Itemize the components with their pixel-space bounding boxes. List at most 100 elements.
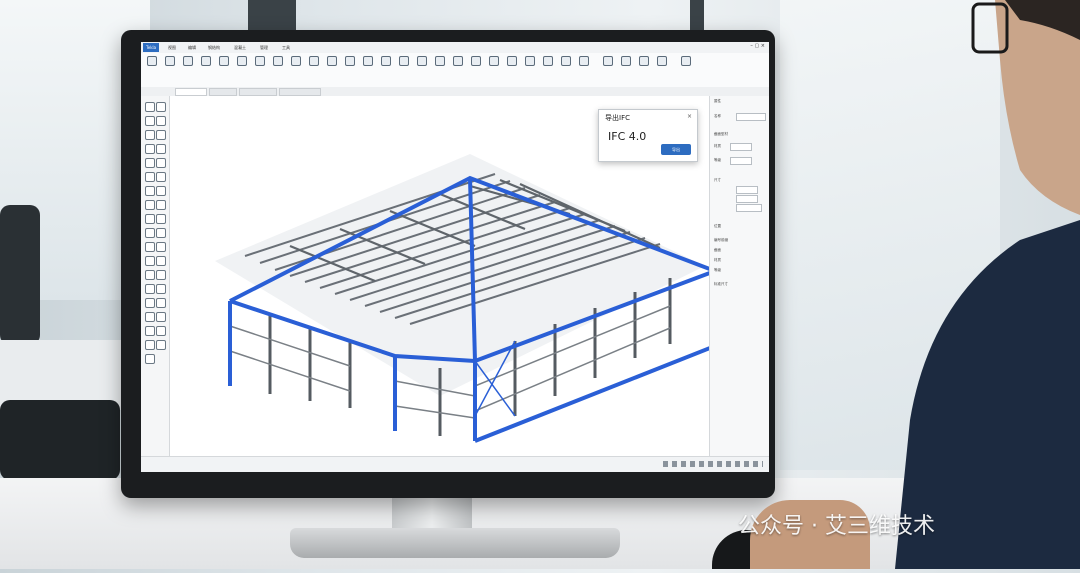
menu-item[interactable]: 钢结构 (205, 43, 223, 52)
tool-icon[interactable] (156, 298, 166, 308)
tool-icon[interactable] (145, 340, 155, 350)
ribbon-button[interactable] (253, 53, 267, 68)
ribbon-button[interactable] (217, 53, 231, 68)
tool-icon[interactable] (156, 270, 166, 280)
property-label: 位置 (714, 224, 721, 228)
property-field[interactable] (730, 143, 752, 151)
tool-icon (399, 56, 409, 66)
ribbon-button[interactable] (415, 53, 429, 68)
tool-icon[interactable] (156, 214, 166, 224)
tool-icon[interactable] (156, 186, 166, 196)
tool-icon[interactable] (145, 130, 155, 140)
ribbon-button[interactable] (577, 53, 591, 68)
ribbon-button[interactable] (637, 53, 651, 68)
tool-icon[interactable] (156, 284, 166, 294)
tool-icon[interactable] (145, 186, 155, 196)
menu-item[interactable]: Tekla (143, 43, 160, 52)
tool-icon[interactable] (145, 214, 155, 224)
tool-icon[interactable] (145, 116, 155, 126)
menu-item[interactable]: 编辑 (185, 43, 199, 52)
property-label: 截面 (714, 248, 721, 252)
property-field[interactable] (736, 204, 762, 212)
ribbon-button[interactable] (361, 53, 375, 68)
left-toolbar (141, 96, 170, 456)
monitor-stand-base (290, 528, 620, 558)
ribbon-button[interactable] (541, 53, 555, 68)
window-controls[interactable]: – ▢ × (750, 43, 765, 49)
tool-icon[interactable] (145, 354, 155, 364)
menu-item[interactable]: 混凝土 (231, 43, 249, 52)
tool-icon[interactable] (145, 256, 155, 266)
property-field[interactable] (736, 186, 758, 194)
tool-icon[interactable] (145, 284, 155, 294)
tab[interactable] (279, 88, 321, 96)
tool-icon[interactable] (156, 144, 166, 154)
property-label: 材质 (714, 258, 721, 262)
ribbon-button[interactable] (487, 53, 501, 68)
ribbon-button[interactable] (619, 53, 633, 68)
close-icon[interactable]: × (687, 113, 692, 120)
tool-icon[interactable] (156, 228, 166, 238)
ribbon-button[interactable] (451, 53, 465, 68)
tool-icon[interactable] (145, 298, 155, 308)
ribbon-button[interactable] (289, 53, 303, 68)
tool-icon (639, 56, 649, 66)
tool-icon[interactable] (156, 158, 166, 168)
tool-icon (183, 56, 193, 66)
tool-icon[interactable] (156, 256, 166, 266)
ribbon-button[interactable] (145, 53, 159, 68)
ribbon-button[interactable] (559, 53, 573, 68)
tool-icon (543, 56, 553, 66)
ribbon-button[interactable] (523, 53, 537, 68)
tool-icon[interactable] (156, 116, 166, 126)
ribbon-button[interactable] (163, 53, 177, 68)
ribbon-button[interactable] (271, 53, 285, 68)
ribbon-button[interactable] (379, 53, 393, 68)
menu-item[interactable]: 视图 (165, 43, 179, 52)
ribbon-button[interactable] (343, 53, 357, 68)
tool-icon[interactable] (156, 200, 166, 210)
property-field[interactable] (736, 113, 766, 121)
ribbon-button[interactable] (307, 53, 321, 68)
tab[interactable] (239, 88, 277, 96)
tool-icon[interactable] (156, 130, 166, 140)
tool-icon[interactable] (145, 172, 155, 182)
tool-icon[interactable] (145, 326, 155, 336)
tool-icon[interactable] (145, 270, 155, 280)
tool-icon[interactable] (145, 312, 155, 322)
ribbon-button[interactable] (679, 53, 693, 68)
tool-icon[interactable] (156, 340, 166, 350)
status-icons[interactable] (663, 461, 763, 467)
tool-icon[interactable] (145, 242, 155, 252)
tool-icon[interactable] (156, 326, 166, 336)
tab[interactable] (175, 88, 207, 96)
tool-icon[interactable] (145, 200, 155, 210)
property-field[interactable] (736, 195, 758, 203)
ribbon-button[interactable] (325, 53, 339, 68)
ribbon-button[interactable] (655, 53, 669, 68)
tool-icon (453, 56, 463, 66)
ribbon-button[interactable] (181, 53, 195, 68)
tab[interactable] (209, 88, 237, 96)
export-button[interactable]: 导出 (661, 144, 691, 155)
tool-icon (489, 56, 499, 66)
ribbon-button[interactable] (199, 53, 213, 68)
tool-icon[interactable] (156, 312, 166, 322)
tool-icon[interactable] (156, 242, 166, 252)
tool-icon[interactable] (156, 102, 166, 112)
property-field[interactable] (730, 157, 752, 165)
ribbon-button[interactable] (433, 53, 447, 68)
ribbon-button[interactable] (505, 53, 519, 68)
tool-icon[interactable] (145, 102, 155, 112)
ribbon-button[interactable] (397, 53, 411, 68)
tool-icon[interactable] (156, 172, 166, 182)
tool-icon[interactable] (145, 158, 155, 168)
dialog-title: 导出IFC (605, 114, 630, 122)
menu-item[interactable]: 管理 (257, 43, 271, 52)
ribbon-button[interactable] (601, 53, 615, 68)
ribbon-button[interactable] (235, 53, 249, 68)
tool-icon[interactable] (145, 144, 155, 154)
ribbon-button[interactable] (469, 53, 483, 68)
tool-icon[interactable] (145, 228, 155, 238)
menu-item[interactable]: 工具 (279, 43, 293, 52)
